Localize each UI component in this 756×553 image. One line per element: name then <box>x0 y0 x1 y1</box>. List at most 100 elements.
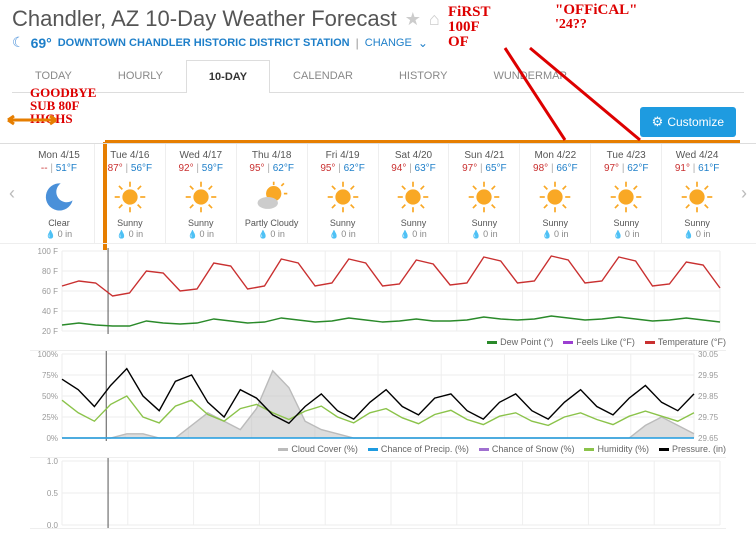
sun-icon <box>593 178 659 216</box>
day-card[interactable]: Mon 4/15-- | 51°FClear💧0 in <box>24 144 95 243</box>
drop-icon: 💧 <box>329 230 339 239</box>
condition: Sunny <box>593 218 659 228</box>
legend-item: Humidity (%) <box>584 444 649 454</box>
page-title: Chandler, AZ 10-Day Weather Forecast <box>12 6 397 32</box>
card-date: Sun 4/21 <box>451 150 517 161</box>
legend-item: Chance of Precip. (%) <box>368 444 469 454</box>
gear-icon: ⚙ <box>652 114 664 130</box>
precip-chart: 0.00.51.0 <box>30 458 726 529</box>
drop-icon: 💧 <box>46 230 56 239</box>
svg-text:100%: 100% <box>38 351 58 359</box>
precip-amt: 0 in <box>625 229 640 239</box>
moon-icon: ☾ <box>12 34 25 51</box>
precip-amt: 0 in <box>341 229 356 239</box>
tabs: TODAYHOURLY10-DAYCALENDARHISTORYWUNDERMA… <box>12 59 744 93</box>
drop-icon: 💧 <box>117 230 127 239</box>
tab-wundermap[interactable]: WUNDERMAP <box>470 59 589 92</box>
chevron-down-icon[interactable]: ⌄ <box>418 36 428 50</box>
sun-icon <box>310 178 376 216</box>
lo-temp: 65°F <box>485 163 506 174</box>
hi-temp: 95° <box>249 163 264 174</box>
legend-item: Chance of Snow (%) <box>479 444 575 454</box>
precip-amt: 0 in <box>412 229 427 239</box>
svg-text:25%: 25% <box>42 413 58 422</box>
condition: Clear <box>26 218 92 228</box>
svg-text:0.0: 0.0 <box>47 521 59 528</box>
svg-text:29.75: 29.75 <box>698 413 719 422</box>
star-icon[interactable]: ★ <box>405 9 421 30</box>
tab-calendar[interactable]: CALENDAR <box>270 59 376 92</box>
svg-text:40 F: 40 F <box>42 307 58 316</box>
hi-temp: 97° <box>604 163 619 174</box>
precip-amt: 0 in <box>199 229 214 239</box>
temp-chart: 20 F40 F60 F80 F100 F Dew Point (°)Feels… <box>30 248 726 351</box>
day-card[interactable]: Wed 4/1792° | 59°FSunny💧0 in <box>166 144 237 243</box>
tab-hourly[interactable]: HOURLY <box>95 59 186 92</box>
card-date: Fri 4/19 <box>310 150 376 161</box>
card-date: Wed 4/24 <box>664 150 730 161</box>
station-link[interactable]: DOWNTOWN CHANDLER HISTORIC DISTRICT STAT… <box>58 37 350 49</box>
precip-amt: 0 in <box>554 229 569 239</box>
day-card[interactable]: Tue 4/2397° | 62°FSunny💧0 in <box>591 144 662 243</box>
svg-text:60 F: 60 F <box>42 287 58 296</box>
moon-icon <box>26 178 92 216</box>
day-card[interactable]: Mon 4/2298° | 66°FSunny💧0 in <box>520 144 591 243</box>
legend-item: Pressure. (in) <box>659 444 726 454</box>
next-arrow[interactable]: › <box>732 144 756 243</box>
hi-temp: 97° <box>462 163 477 174</box>
day-card[interactable]: Tue 4/1687° | 56°FSunny💧0 in <box>95 144 166 243</box>
sun-icon <box>97 178 163 216</box>
svg-text:100 F: 100 F <box>38 248 59 256</box>
legend-item: Dew Point (°) <box>487 337 553 347</box>
condition: Sunny <box>451 218 517 228</box>
precip-amt: 0 in <box>129 229 144 239</box>
lo-temp: 59°F <box>202 163 223 174</box>
lo-temp: 51°F <box>56 163 77 174</box>
day-card[interactable]: Thu 4/1895° | 62°FPartly Cloudy💧0 in <box>237 144 308 243</box>
drop-icon: 💧 <box>542 230 552 239</box>
sun-icon <box>451 178 517 216</box>
change-link[interactable]: CHANGE <box>365 37 412 49</box>
condition: Sunny <box>168 218 234 228</box>
drop-icon: 💧 <box>258 230 268 239</box>
card-date: Wed 4/17 <box>168 150 234 161</box>
home-icon[interactable]: ⌂ <box>429 9 440 30</box>
svg-text:30.05: 30.05 <box>698 351 719 359</box>
svg-text:75%: 75% <box>42 371 58 380</box>
drop-icon: 💧 <box>684 230 694 239</box>
condition: Sunny <box>97 218 163 228</box>
precip-amt: 0 in <box>58 229 73 239</box>
lo-temp: 62°F <box>273 163 294 174</box>
charts-area: 20 F40 F60 F80 F100 F Dew Point (°)Feels… <box>0 244 756 537</box>
drop-icon: 💧 <box>613 230 623 239</box>
precip-amt: 0 in <box>270 229 285 239</box>
svg-text:29.85: 29.85 <box>698 392 719 401</box>
precip-amt: 0 in <box>483 229 498 239</box>
prev-arrow[interactable]: ‹ <box>0 144 24 243</box>
sun-icon <box>664 178 730 216</box>
day-card[interactable]: Sun 4/2197° | 65°FSunny💧0 in <box>449 144 520 243</box>
day-card[interactable]: Fri 4/1995° | 62°FSunny💧0 in <box>308 144 379 243</box>
svg-text:20 F: 20 F <box>42 327 58 334</box>
drop-icon: 💧 <box>400 230 410 239</box>
svg-text:50%: 50% <box>42 392 58 401</box>
svg-text:0%: 0% <box>46 434 58 441</box>
lo-temp: 56°F <box>131 163 152 174</box>
tab-today[interactable]: TODAY <box>12 59 95 92</box>
tab-history[interactable]: HISTORY <box>376 59 471 92</box>
day-card[interactable]: Sat 4/2094° | 63°FSunny💧0 in <box>379 144 450 243</box>
tab-10-day[interactable]: 10-DAY <box>186 60 270 93</box>
svg-text:29.95: 29.95 <box>698 371 719 380</box>
svg-text:29.65: 29.65 <box>698 434 719 441</box>
day-cards-row: ‹ Mon 4/15-- | 51°FClear💧0 inTue 4/1687°… <box>0 143 756 244</box>
condition: Sunny <box>664 218 730 228</box>
hi-temp: 92° <box>179 163 194 174</box>
lo-temp: 62°F <box>344 163 365 174</box>
day-card[interactable]: Wed 4/2491° | 61°FSunny💧0 in <box>662 144 732 243</box>
customize-button[interactable]: ⚙ Customize <box>640 107 736 137</box>
lo-temp: 63°F <box>415 163 436 174</box>
hi-temp: 87° <box>108 163 123 174</box>
hi-temp: 91° <box>675 163 690 174</box>
lo-temp: 62°F <box>627 163 648 174</box>
current-temp: 69° <box>31 35 52 51</box>
